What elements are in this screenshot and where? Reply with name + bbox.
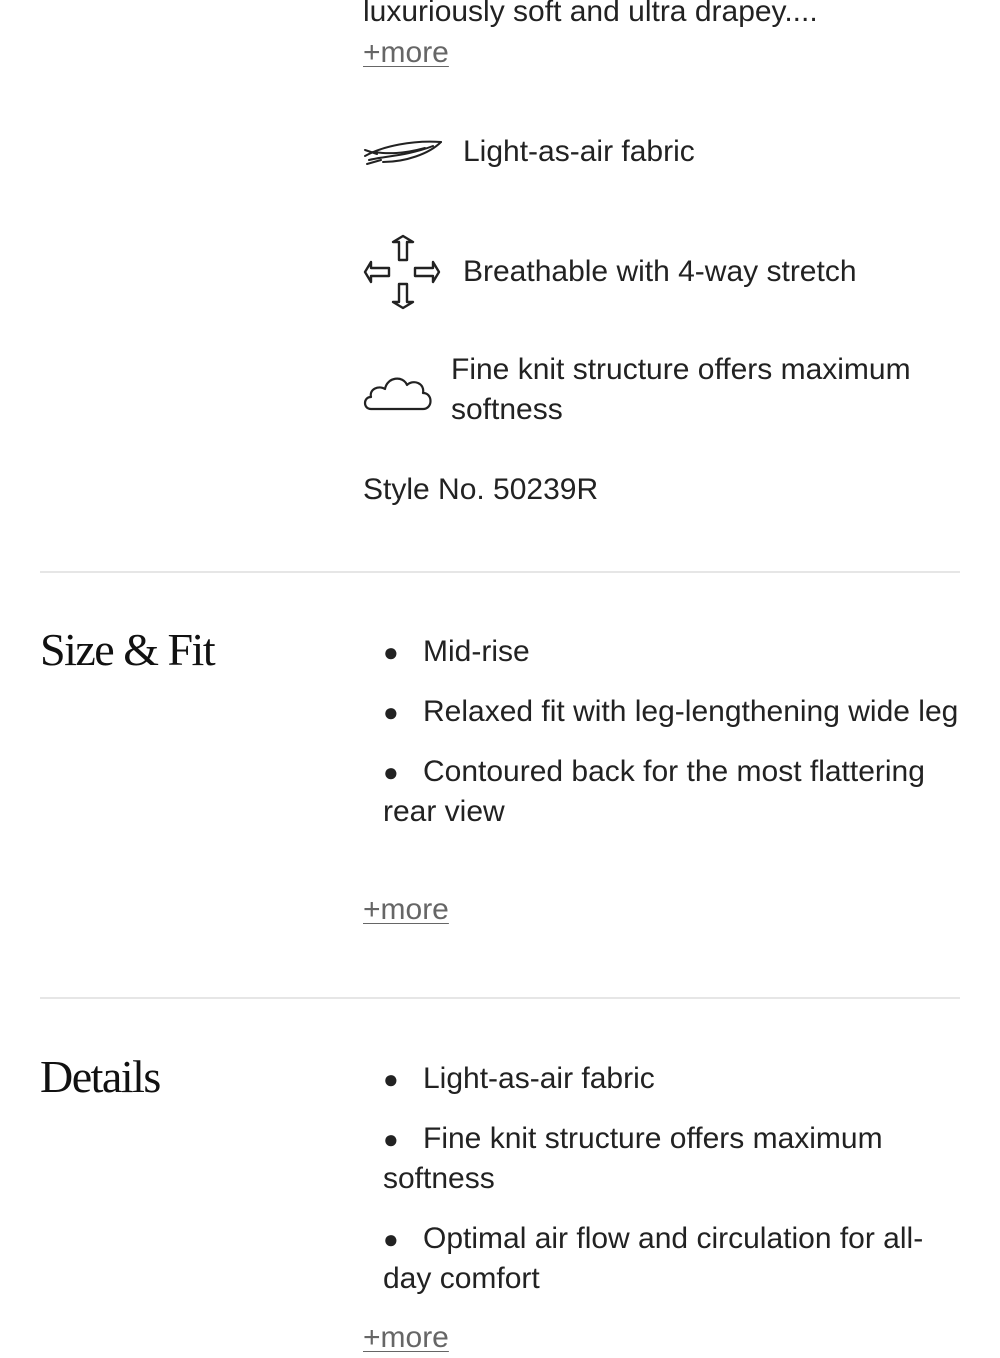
details-heading[interactable]: Details <box>40 1049 161 1105</box>
list-item: ● Light-as-air fabric <box>383 1059 963 1099</box>
feature-soft-knit: Fine knit structure offers maximum softn… <box>363 350 911 430</box>
details-more-container: +more <box>363 1318 449 1358</box>
four-way-arrows-icon <box>363 232 463 312</box>
list-item-text: Mid-rise <box>423 635 530 668</box>
bullet-icon: ● <box>383 637 399 667</box>
list-item: ● Mid-rise <box>383 632 963 672</box>
details-list: ● Light-as-air fabric ● Fine knit structur… <box>383 1059 963 1319</box>
size-fit-more-link[interactable]: +more <box>363 893 449 926</box>
section-divider <box>40 571 960 573</box>
style-number: Style No. 50239R <box>363 473 599 506</box>
list-item: ● Relaxed fit with leg-lengthening wide l… <box>383 692 963 732</box>
list-item: ● Contoured back for the most flattering … <box>383 752 963 832</box>
cloud-icon <box>363 350 451 430</box>
list-item: ● Optimal air flow and circulation for al… <box>383 1219 963 1299</box>
list-item-text: Contoured back for the most flattering r… <box>383 755 925 828</box>
bullet-icon: ● <box>383 1064 399 1094</box>
size-fit-list: ● Mid-rise ● Relaxed fit with leg-lengthen… <box>383 632 963 852</box>
details-more-link[interactable]: +more <box>363 1321 449 1354</box>
feature-label-line-1: Fine knit structure offers maximum <box>451 353 911 386</box>
bullet-icon: ● <box>383 1124 399 1154</box>
description-more-link[interactable]: +more <box>363 36 449 69</box>
feature-light-fabric: Light-as-air fabric <box>363 112 695 192</box>
feature-label-line-2: softness <box>451 393 563 426</box>
list-item-text: Relaxed fit with leg-lengthening wide le… <box>423 695 959 728</box>
feather-icon <box>363 112 463 192</box>
list-item: ● Fine knit structure offers maximum soft… <box>383 1119 963 1199</box>
description-more-container: +more <box>363 33 449 73</box>
list-item-text: Light-as-air fabric <box>423 1062 655 1095</box>
list-item-text: Optimal air flow and circulation for all… <box>383 1222 924 1295</box>
bullet-icon: ● <box>383 1224 399 1254</box>
feature-stretch: Breathable with 4-way stretch <box>363 232 857 312</box>
list-item-text: Fine knit structure offers maximum softn… <box>383 1122 883 1195</box>
size-fit-more-container: +more <box>363 890 449 930</box>
description-text: luxuriously soft and ultra drapey.... <box>363 0 818 32</box>
size-fit-heading[interactable]: Size & Fit <box>40 622 216 678</box>
bullet-icon: ● <box>383 757 399 787</box>
feature-label: Light-as-air fabric <box>463 135 695 168</box>
bullet-icon: ● <box>383 697 399 727</box>
description-tail: luxuriously soft and ultra drapey.... <box>363 0 818 28</box>
feature-label: Fine knit structure offers maximum softn… <box>451 350 911 430</box>
feature-label: Breathable with 4-way stretch <box>463 255 857 288</box>
section-divider <box>40 997 960 999</box>
